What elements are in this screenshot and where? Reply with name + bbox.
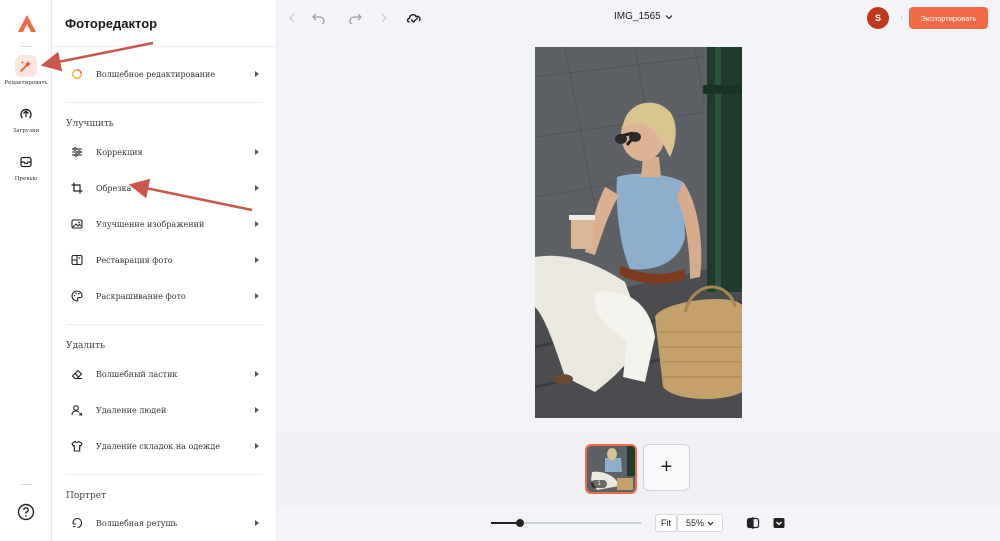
undo-icon[interactable] — [310, 9, 328, 27]
chevron-right-icon — [255, 371, 259, 377]
menu-item-label: Волшебный ластик — [96, 369, 178, 379]
rail-item-label: Загрузки — [12, 128, 40, 134]
help-icon[interactable] — [17, 503, 35, 521]
menu-item-magic-edit[interactable]: Волшебное редактирование — [66, 62, 263, 86]
section-heading-enhance: Улучшить — [66, 119, 114, 129]
add-photo-button[interactable]: + — [643, 444, 690, 491]
menu-item-magic-retouch[interactable]: Волшебная ретушь — [66, 511, 263, 535]
preview-inbox-icon[interactable] — [772, 516, 786, 530]
chevron-down-icon — [707, 521, 714, 526]
chevron-right-icon — [255, 407, 259, 413]
forward-chevron-icon[interactable] — [375, 9, 393, 27]
menu-item-label: Раскрашивание фото — [96, 291, 186, 301]
menu-item-label: Волшебная ретушь — [96, 518, 178, 528]
chevron-right-icon — [255, 443, 259, 449]
panel-title: Фоторедактор — [65, 16, 158, 31]
section-heading-remove: Удалить — [66, 341, 106, 351]
upload-icon — [15, 103, 37, 125]
chevron-right-icon — [255, 257, 259, 263]
zoom-level-select[interactable]: 55% — [677, 514, 723, 532]
menu-item-wrinkle-remove[interactable]: Удаление складок на одежде — [66, 434, 263, 458]
chevron-right-icon — [255, 149, 259, 155]
panel-divider — [52, 46, 276, 47]
restore-icon — [70, 253, 84, 267]
menu-item-label: Удаление складок на одежде — [96, 441, 220, 451]
chevron-right-icon — [255, 293, 259, 299]
zoom-slider-handle[interactable] — [515, 519, 524, 527]
crop-icon — [70, 181, 84, 195]
menu-item-label: Коррекция — [96, 147, 143, 157]
menu-item-image-enhance[interactable]: Улучшение изображений — [66, 212, 263, 236]
photo-image — [535, 47, 742, 418]
rail-divider — [20, 46, 32, 47]
app-logo-icon[interactable] — [17, 14, 37, 34]
menu-item-label: Удаление людей — [96, 405, 167, 415]
menu-item-colorize[interactable]: Раскрашивание фото — [66, 284, 263, 308]
toolbar-divider — [901, 16, 902, 20]
rail-item-preview[interactable]: Превью — [0, 151, 52, 191]
back-chevron-icon[interactable] — [283, 9, 301, 27]
chevron-down-icon — [665, 14, 673, 19]
chevron-right-icon — [255, 71, 259, 77]
menu-item-remove-people[interactable]: Удаление людей — [66, 398, 263, 422]
menu-item-crop[interactable]: Обрезка — [66, 176, 263, 200]
rail-item-label: Редактировать — [4, 80, 48, 86]
rail-item-uploads[interactable]: Загрузки — [0, 103, 52, 143]
magic-ring-icon — [70, 67, 84, 81]
cloud-sync-icon[interactable] — [405, 9, 423, 27]
filmstrip: 1 + — [277, 432, 1000, 506]
chevron-right-icon — [255, 520, 259, 526]
magic-edit-icon — [15, 55, 37, 77]
section-divider — [66, 324, 263, 325]
redo-icon[interactable] — [346, 9, 364, 27]
menu-item-label: Реставрация фото — [96, 255, 173, 265]
section-divider — [66, 474, 263, 475]
file-name-dropdown[interactable]: IMG_1565 — [614, 11, 673, 22]
rail-divider — [20, 484, 32, 485]
menu-item-magic-eraser[interactable]: Волшебный ластик — [66, 362, 263, 386]
zoom-slider[interactable] — [491, 519, 641, 527]
user-avatar[interactable]: S — [867, 7, 889, 29]
compare-icon[interactable] — [746, 516, 760, 530]
person-remove-icon — [70, 403, 84, 417]
zoom-level-value: 55% — [685, 518, 704, 528]
face-retouch-icon — [70, 516, 84, 530]
left-rail: Редактировать Загрузки Превью — [0, 0, 52, 541]
menu-item-photo-restore[interactable]: Реставрация фото — [66, 248, 263, 272]
menu-item-label: Обрезка — [96, 183, 132, 193]
menu-item-correction[interactable]: Коррекция — [66, 140, 263, 164]
menu-item-label: Волшебное редактирование — [96, 69, 216, 79]
export-button[interactable]: Экспортировать — [909, 7, 988, 29]
sliders-icon — [70, 145, 84, 159]
image-enhance-icon — [70, 217, 84, 231]
section-divider — [66, 102, 263, 103]
palette-icon — [70, 289, 84, 303]
shirt-icon — [70, 439, 84, 453]
inbox-icon — [15, 151, 37, 173]
rail-item-label: Превью — [14, 176, 38, 182]
eraser-icon — [70, 367, 84, 381]
bottom-toolbar: Fit 55% — [277, 506, 1000, 541]
tools-panel: Фоторедактор Волшебное редактирование Ул… — [52, 0, 277, 541]
fit-button[interactable]: Fit — [655, 514, 677, 532]
menu-item-label: Улучшение изображений — [96, 219, 205, 229]
rail-item-edit[interactable]: Редактировать — [0, 55, 52, 95]
file-name: IMG_1565 — [614, 11, 661, 22]
section-heading-portrait: Портрет — [66, 491, 107, 501]
photo-canvas[interactable] — [535, 47, 742, 418]
chevron-right-icon — [255, 221, 259, 227]
thumbnail-badge: 1 — [591, 480, 607, 488]
chevron-right-icon — [255, 185, 259, 191]
photo-thumbnail[interactable]: 1 — [585, 444, 637, 494]
top-toolbar: IMG_1565 S Экспортировать — [277, 0, 1000, 36]
